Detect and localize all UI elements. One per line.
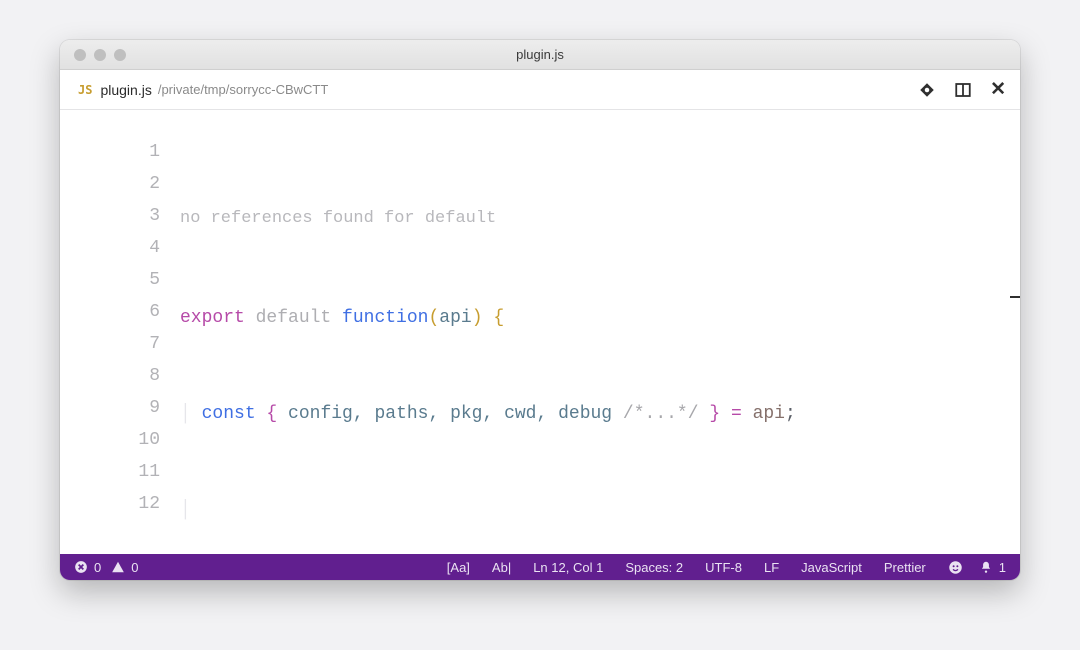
code-line: export default function(api) { bbox=[180, 302, 1010, 334]
line-number: 4 bbox=[60, 232, 160, 264]
code-line: │ const { config, paths, pkg, cwd, debug… bbox=[180, 398, 1010, 430]
code-area[interactable]: no references found for default export d… bbox=[180, 110, 1020, 554]
code-line: │ bbox=[180, 494, 1010, 526]
status-bar: 0 0 [Aa] Ab| Ln 12, Col 1 Spaces: 2 UTF-… bbox=[60, 554, 1020, 580]
line-number: 5 bbox=[60, 264, 160, 296]
status-bell-count: 1 bbox=[999, 560, 1006, 575]
status-cursor-pos[interactable]: Ln 12, Col 1 bbox=[527, 560, 609, 575]
error-icon bbox=[74, 560, 88, 574]
bell-icon bbox=[979, 560, 993, 574]
status-notifications[interactable]: 1 bbox=[979, 560, 1006, 575]
close-tab-icon[interactable]: ✕ bbox=[990, 80, 1006, 99]
status-encoding[interactable]: UTF-8 bbox=[699, 560, 748, 575]
line-number: 3 bbox=[60, 200, 160, 232]
code-editor[interactable]: 1 2 3 4 5 6 7 8 9 10 11 12 no references… bbox=[60, 110, 1020, 554]
split-editor-icon[interactable] bbox=[954, 81, 972, 99]
window-title: plugin.js bbox=[60, 47, 1020, 62]
minimap-cursor-mark bbox=[1010, 296, 1020, 298]
status-error-count: 0 bbox=[94, 560, 101, 575]
code-lens-hint[interactable]: no references found for default bbox=[180, 206, 1010, 238]
line-number: 9 bbox=[60, 392, 160, 424]
status-indentation[interactable]: Spaces: 2 bbox=[619, 560, 689, 575]
line-number: 7 bbox=[60, 328, 160, 360]
line-number: 10 bbox=[60, 424, 160, 456]
status-match-case[interactable]: [Aa] bbox=[441, 560, 476, 575]
line-number: 11 bbox=[60, 456, 160, 488]
warning-icon bbox=[111, 560, 125, 574]
tab-bar: JS plugin.js /private/tmp/sorrycc-CBwCTT… bbox=[60, 70, 1020, 110]
status-whole-word[interactable]: Ab| bbox=[486, 560, 517, 575]
line-number: 1 bbox=[60, 136, 160, 168]
status-prettier[interactable]: Prettier bbox=[878, 560, 932, 575]
line-number: 6 bbox=[60, 296, 160, 328]
line-number: 2 bbox=[60, 168, 160, 200]
tab-actions: ✕ bbox=[918, 80, 1006, 99]
status-eol[interactable]: LF bbox=[758, 560, 785, 575]
status-language[interactable]: JavaScript bbox=[795, 560, 868, 575]
status-problems[interactable]: 0 0 bbox=[74, 560, 138, 575]
line-number: 12 bbox=[60, 488, 160, 520]
tab-filepath: /private/tmp/sorrycc-CBwCTT bbox=[158, 82, 328, 97]
js-file-icon: JS bbox=[78, 83, 92, 97]
titlebar: plugin.js bbox=[60, 40, 1020, 70]
line-number: 8 bbox=[60, 360, 160, 392]
editor-window: plugin.js JS plugin.js /private/tmp/sorr… bbox=[60, 40, 1020, 580]
gutter: 1 2 3 4 5 6 7 8 9 10 11 12 bbox=[60, 110, 180, 554]
source-control-icon[interactable] bbox=[918, 81, 936, 99]
status-warning-count: 0 bbox=[131, 560, 138, 575]
tab-filename[interactable]: plugin.js bbox=[100, 82, 151, 98]
feedback-smile-icon[interactable] bbox=[942, 560, 969, 575]
